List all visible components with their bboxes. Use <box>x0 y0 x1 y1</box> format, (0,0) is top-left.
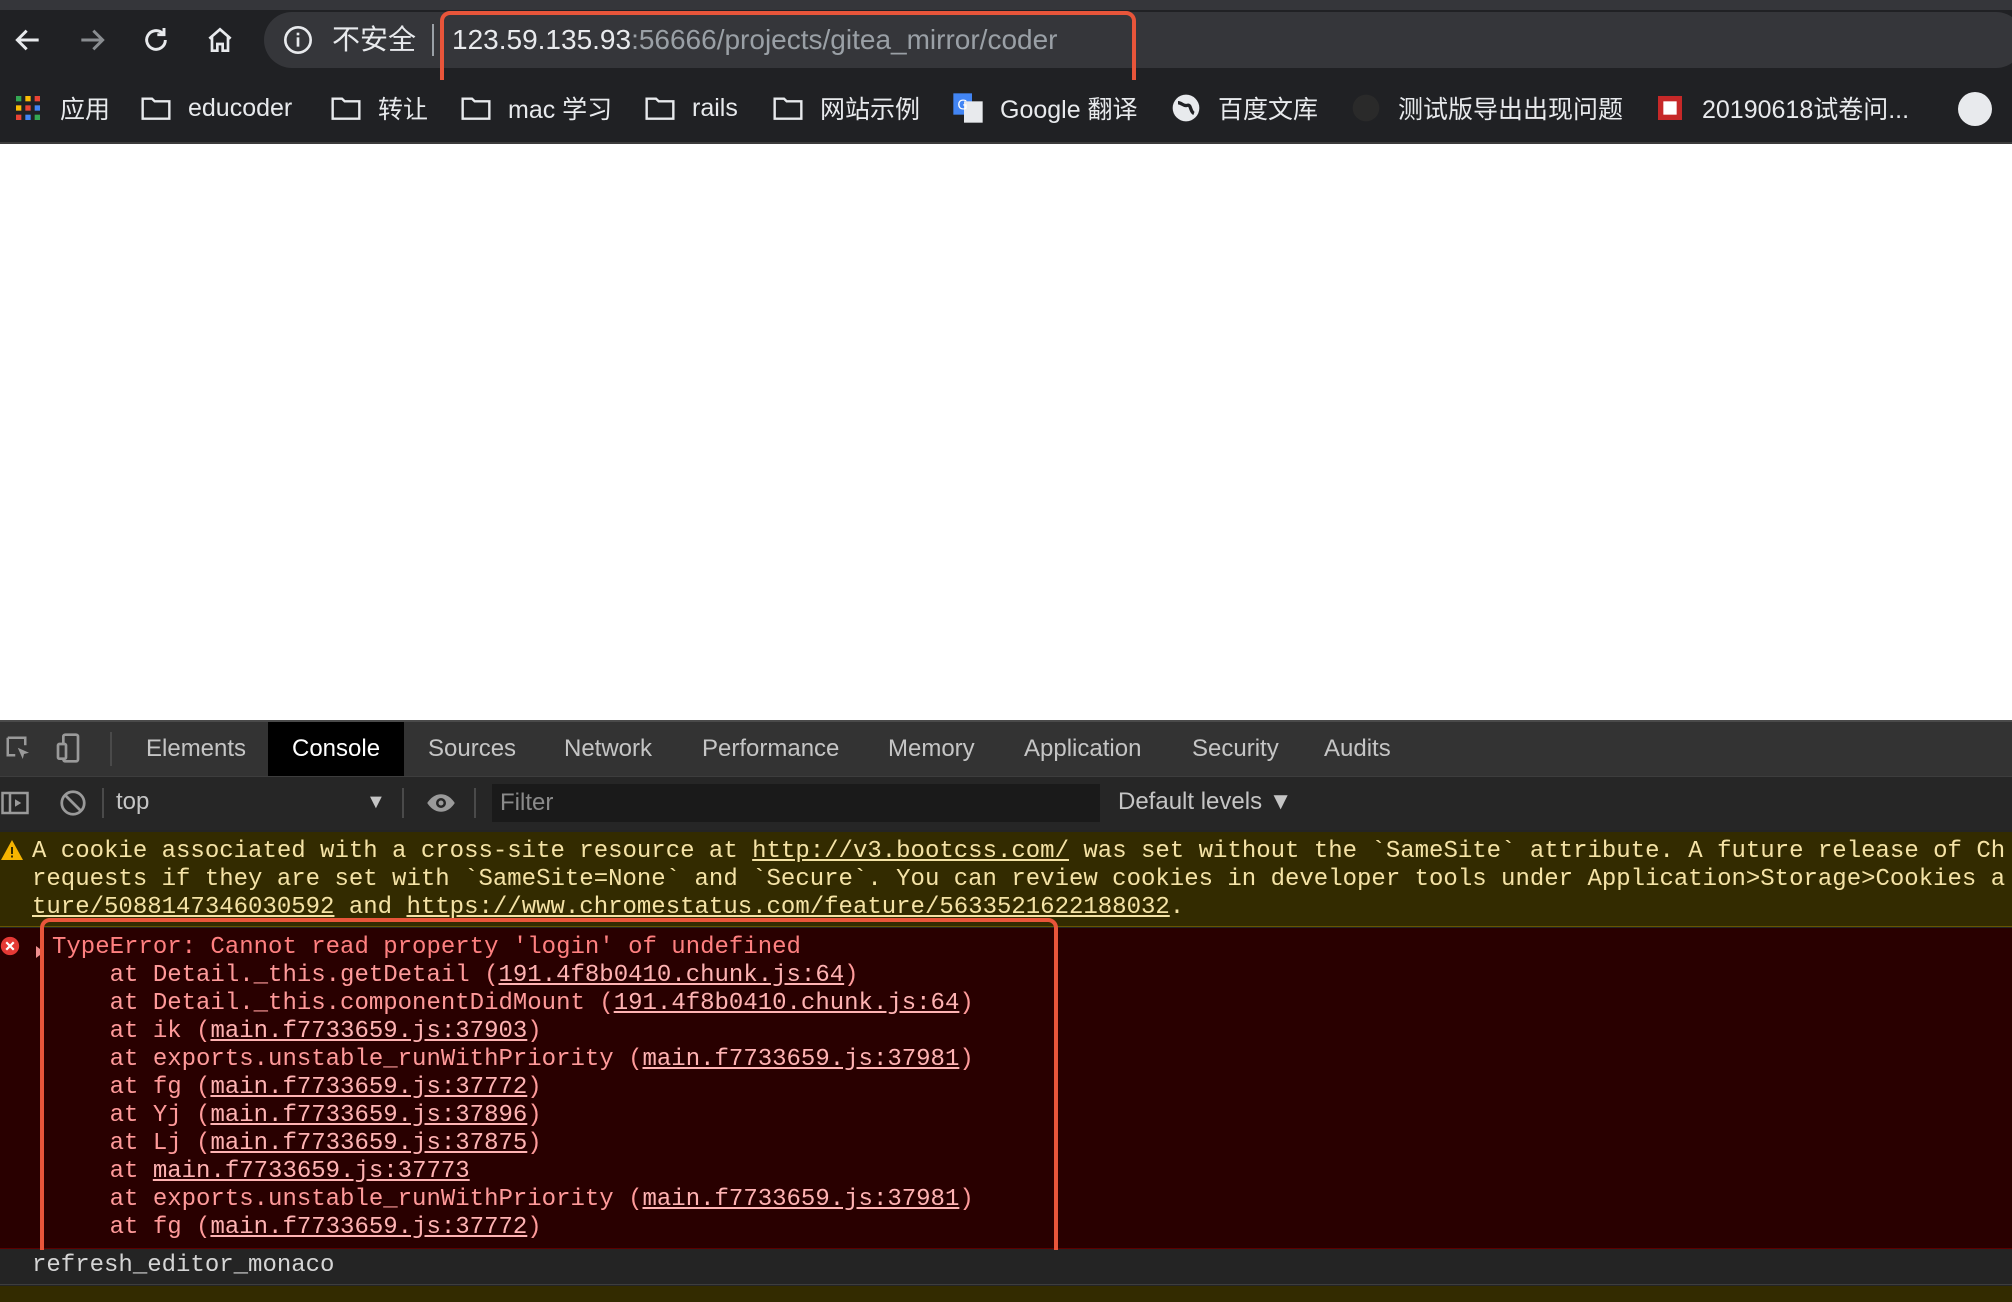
sidebar-toggle-icon[interactable] <box>0 788 30 818</box>
back-arrow-icon <box>15 29 39 51</box>
bookmark-label: 百度文库 <box>1218 96 1319 124</box>
toolbar-divider <box>402 788 404 818</box>
info-icon[interactable] <box>282 24 314 56</box>
folder-icon <box>644 92 676 124</box>
error-icon <box>0 936 20 956</box>
bookmark-item[interactable]: 网站示例 <box>772 86 920 130</box>
folder-icon <box>460 92 492 124</box>
warning-message: A cookie associated with a cross-site re… <box>32 838 2005 922</box>
reload-button[interactable] <box>134 18 178 62</box>
log-message: refresh_editor_monaco <box>32 1252 335 1279</box>
execution-context-select[interactable]: top <box>116 782 388 822</box>
console-warning-row-partial <box>0 1286 2012 1302</box>
apps-grid-icon <box>12 92 44 124</box>
bookmark-item[interactable]: rails <box>644 86 738 130</box>
favicon-icon <box>1654 92 1686 124</box>
bookmark-label: mac 学习 <box>508 96 613 124</box>
tab-audits[interactable]: Audits <box>1300 722 1415 776</box>
tab-memory[interactable]: Memory <box>864 722 999 776</box>
page-viewport <box>0 144 2012 720</box>
inspect-element-icon[interactable] <box>4 734 34 764</box>
warning-link[interactable]: http://v3.bootcss.com/ <box>752 838 1069 865</box>
bookmark-item[interactable]: G Google 翻译 <box>952 86 1138 130</box>
log-levels-dropdown[interactable]: Default levels ▼ <box>1118 782 1293 822</box>
warning-text: A cookie associated with a cross-site re… <box>32 838 753 865</box>
toolbar-divider <box>474 788 476 818</box>
reload-icon <box>145 28 167 51</box>
bookmark-item[interactable]: 20190618试卷问... <box>1654 86 1909 130</box>
bookmark-item[interactable]: mac 学习 <box>460 86 612 130</box>
back-button[interactable] <box>6 18 50 62</box>
globe-icon <box>1170 92 1202 124</box>
bookmark-label: 转让 <box>378 96 429 124</box>
bookmark-label: 20190618试卷问... <box>1702 96 1910 124</box>
bookmark-label: rails <box>692 93 738 122</box>
tab-divider <box>110 732 112 766</box>
extension-icon[interactable] <box>1958 92 1992 126</box>
clear-console-icon[interactable] <box>58 788 88 818</box>
bookmark-label: 测试版导出出现问题 <box>1398 96 1624 124</box>
tab-sources[interactable]: Sources <box>404 722 540 776</box>
forward-button[interactable] <box>70 18 114 62</box>
bookmark-label: 应用 <box>60 96 111 124</box>
bookmark-label: Google 翻译 <box>1000 96 1138 124</box>
tab-performance[interactable]: Performance <box>678 722 863 776</box>
bookmark-item[interactable]: educoder <box>140 86 292 130</box>
warning-text: . <box>1169 894 1185 921</box>
toolbar-divider <box>102 788 104 818</box>
svg-text:G: G <box>957 98 967 113</box>
tab-network[interactable]: Network <box>540 722 676 776</box>
folder-icon <box>772 92 804 124</box>
bookmark-item[interactable]: 测试版导出出现问题 <box>1350 86 1623 130</box>
folder-icon <box>140 92 172 124</box>
security-label[interactable]: 不安全 <box>332 20 416 60</box>
forward-arrow-icon <box>81 29 105 51</box>
tab-elements[interactable]: Elements <box>122 722 270 776</box>
warning-text: was set without the `SameSite` attribute… <box>1068 838 2006 865</box>
bookmark-item[interactable]: 转让 <box>330 86 428 130</box>
error-highlight-box <box>40 918 1058 1270</box>
live-expression-eye-icon[interactable] <box>424 788 458 818</box>
favicon-icon <box>1350 92 1382 124</box>
home-button[interactable] <box>198 18 242 62</box>
tab-application[interactable]: Application <box>1000 722 1165 776</box>
tab-console[interactable]: Console <box>268 722 405 776</box>
warning-link[interactable]: https://www.chromestatus.com/feature/563… <box>406 894 1169 921</box>
omnibox-separator <box>432 24 434 56</box>
bookmark-item[interactable]: 百度文库 <box>1170 86 1318 130</box>
bookmark-label: educoder <box>188 93 293 122</box>
tab-security[interactable]: Security <box>1168 722 1303 776</box>
home-icon <box>208 27 232 52</box>
warning-text: and <box>334 894 407 921</box>
warning-icon <box>1 840 23 860</box>
device-toolbar-icon[interactable] <box>54 732 86 764</box>
warning-link[interactable]: ture/5088147346030592 <box>32 894 334 921</box>
chevron-down-icon: ▼ <box>366 791 386 813</box>
folder-icon <box>330 92 362 124</box>
google-translate-icon: G <box>952 92 984 124</box>
bookmark-label: 网站示例 <box>820 96 921 124</box>
warning-text: requests if they are set with `SameSite=… <box>32 866 2006 893</box>
bookmark-item[interactable]: 应用 <box>12 86 110 130</box>
console-filter-input[interactable] <box>492 784 1100 822</box>
